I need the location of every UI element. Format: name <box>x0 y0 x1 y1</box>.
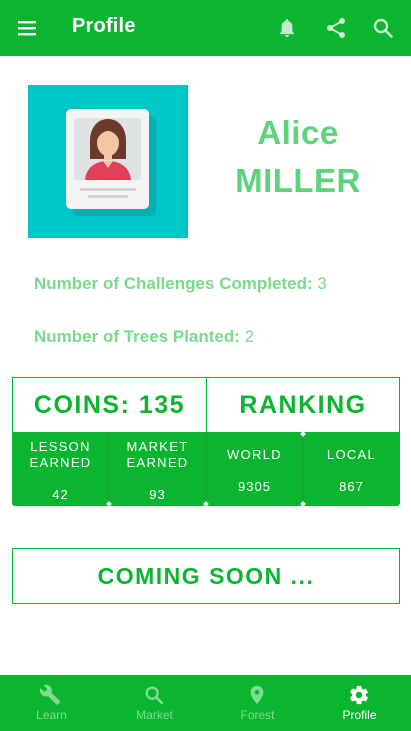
coming-soon-button[interactable]: COMING SOON ... <box>12 548 400 604</box>
app-bar: Profile <box>0 0 411 56</box>
stat-value: 867 <box>339 479 364 494</box>
stat-market-earned: MARKET EARNED 93 <box>109 433 206 506</box>
stat-value: 9305 <box>238 479 271 494</box>
stat-value: 42 <box>52 487 69 502</box>
stat-label: MARKET <box>126 439 189 454</box>
share-icon[interactable] <box>324 16 348 40</box>
page-title: Profile <box>72 15 136 37</box>
stat-local: LOCAL 867 <box>303 433 400 506</box>
trees-stat: Number of Trees Planted: 2 <box>34 327 254 347</box>
nav-label: Market <box>136 708 173 722</box>
stat-world: WORLD 9305 <box>206 433 303 506</box>
stat-label: LOCAL <box>326 447 377 462</box>
nav-learn[interactable]: Learn <box>0 675 103 731</box>
last-name: MILLER <box>235 162 361 199</box>
trees-value: 2 <box>244 327 255 346</box>
challenges-value: 3 <box>317 274 327 293</box>
location-pin-icon <box>250 685 264 705</box>
stat-lesson-earned: LESSON EARNED 42 <box>12 433 109 506</box>
search-icon[interactable] <box>371 16 395 40</box>
wrench-icon <box>40 684 61 705</box>
nav-market[interactable]: Market <box>103 675 206 731</box>
coins-header: COINS: 135 <box>12 377 207 433</box>
profile-card-illustration <box>66 109 156 216</box>
bottom-nav: Learn Market Forest Profile <box>0 675 411 731</box>
search-icon <box>145 686 164 705</box>
stat-label: EARNED <box>126 455 189 470</box>
stat-value: 93 <box>149 487 166 502</box>
stat-label: LESSON <box>30 439 91 454</box>
challenges-stat: Number of Challenges Completed: 3 <box>34 274 327 294</box>
avatar <box>28 85 188 238</box>
challenges-label: Number of Challenges Completed: <box>34 274 313 293</box>
stat-label: WORLD <box>227 447 282 462</box>
first-name: Alice <box>257 114 339 151</box>
divider <box>302 433 304 506</box>
ranking-header: RANKING <box>206 377 400 433</box>
stat-label: EARNED <box>29 455 92 470</box>
nav-label: Forest <box>240 708 275 722</box>
stats-strip: LESSON EARNED 42 MARKET EARNED 93 WORLD … <box>12 431 400 507</box>
nav-label: Profile <box>342 708 377 722</box>
bell-icon[interactable] <box>275 16 299 40</box>
nav-profile[interactable]: Profile <box>308 675 411 731</box>
nav-forest[interactable]: Forest <box>206 675 309 731</box>
divider <box>205 433 207 506</box>
divider <box>108 433 110 506</box>
trees-label: Number of Trees Planted: <box>34 327 240 346</box>
nav-label: Learn <box>36 708 67 722</box>
menu-icon[interactable] <box>16 18 40 38</box>
gear-icon <box>350 685 368 705</box>
